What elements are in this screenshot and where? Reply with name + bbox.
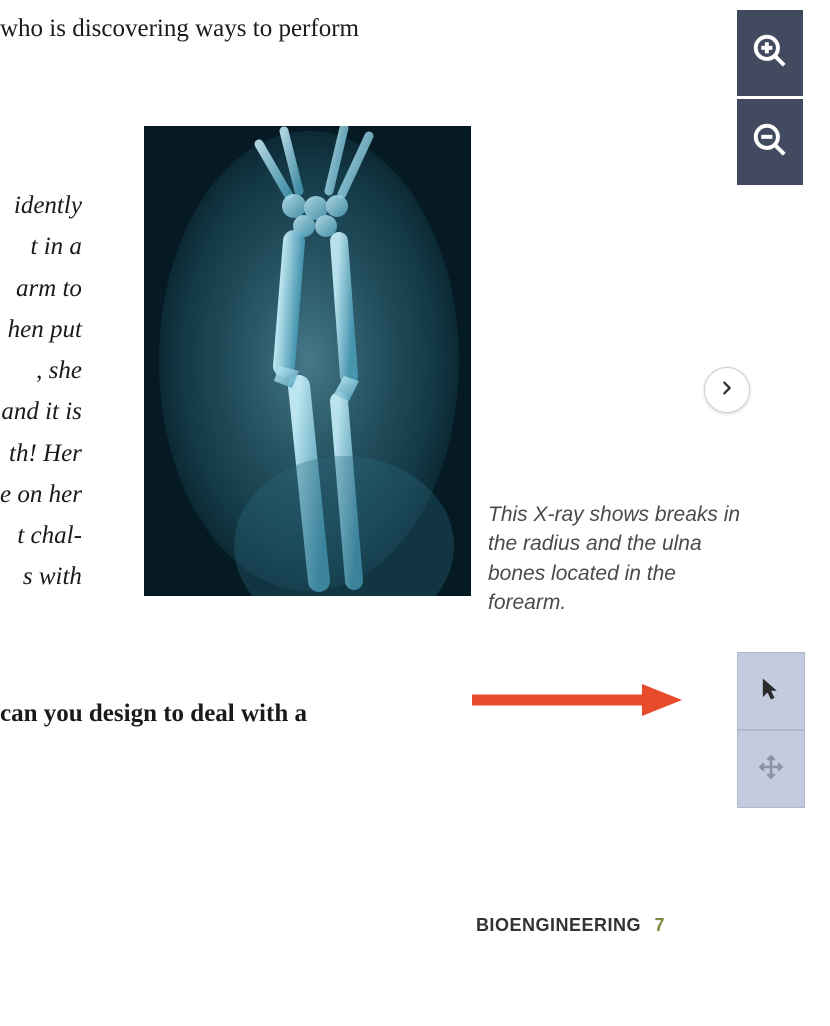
image-caption: This X-ray shows breaks in the radius an… bbox=[488, 500, 748, 618]
next-page-button[interactable] bbox=[704, 367, 750, 413]
body-fragment: , she bbox=[0, 350, 82, 391]
zoom-controls bbox=[737, 10, 803, 188]
document-page: who is discovering ways to perform ident… bbox=[0, 0, 750, 1026]
highlight-arrow bbox=[467, 680, 682, 720]
move-icon bbox=[757, 753, 785, 786]
zoom-out-icon bbox=[751, 121, 789, 164]
body-text-fragments: idently t in a arm to hen put , she and … bbox=[0, 185, 82, 598]
body-fragment: th! Her bbox=[0, 433, 82, 474]
move-tool-button[interactable] bbox=[737, 730, 805, 808]
zoom-out-button[interactable] bbox=[737, 99, 803, 185]
tool-panel bbox=[737, 652, 805, 808]
body-fragment: s with bbox=[0, 556, 82, 597]
intro-text-fragment: who is discovering ways to perform bbox=[0, 15, 359, 43]
footer-page-number: 7 bbox=[654, 915, 665, 935]
body-fragment: arm to bbox=[0, 268, 82, 309]
body-fragment: e on her bbox=[0, 474, 82, 515]
xray-image bbox=[144, 126, 471, 596]
pointer-tool-button[interactable] bbox=[737, 652, 805, 730]
question-text: can you design to deal with a bbox=[0, 700, 307, 728]
footer-section-label: BIOENGINEERING bbox=[476, 915, 641, 935]
body-fragment: t in a bbox=[0, 226, 82, 267]
zoom-in-icon bbox=[751, 32, 789, 75]
body-fragment: idently bbox=[0, 185, 82, 226]
zoom-in-button[interactable] bbox=[737, 10, 803, 96]
pointer-icon bbox=[757, 675, 785, 708]
body-fragment: hen put bbox=[0, 309, 82, 350]
body-fragment: t chal- bbox=[0, 515, 82, 556]
chevron-right-icon bbox=[719, 380, 735, 401]
body-fragment: and it is bbox=[0, 391, 82, 432]
page-footer: BIOENGINEERING 7 bbox=[476, 915, 665, 936]
